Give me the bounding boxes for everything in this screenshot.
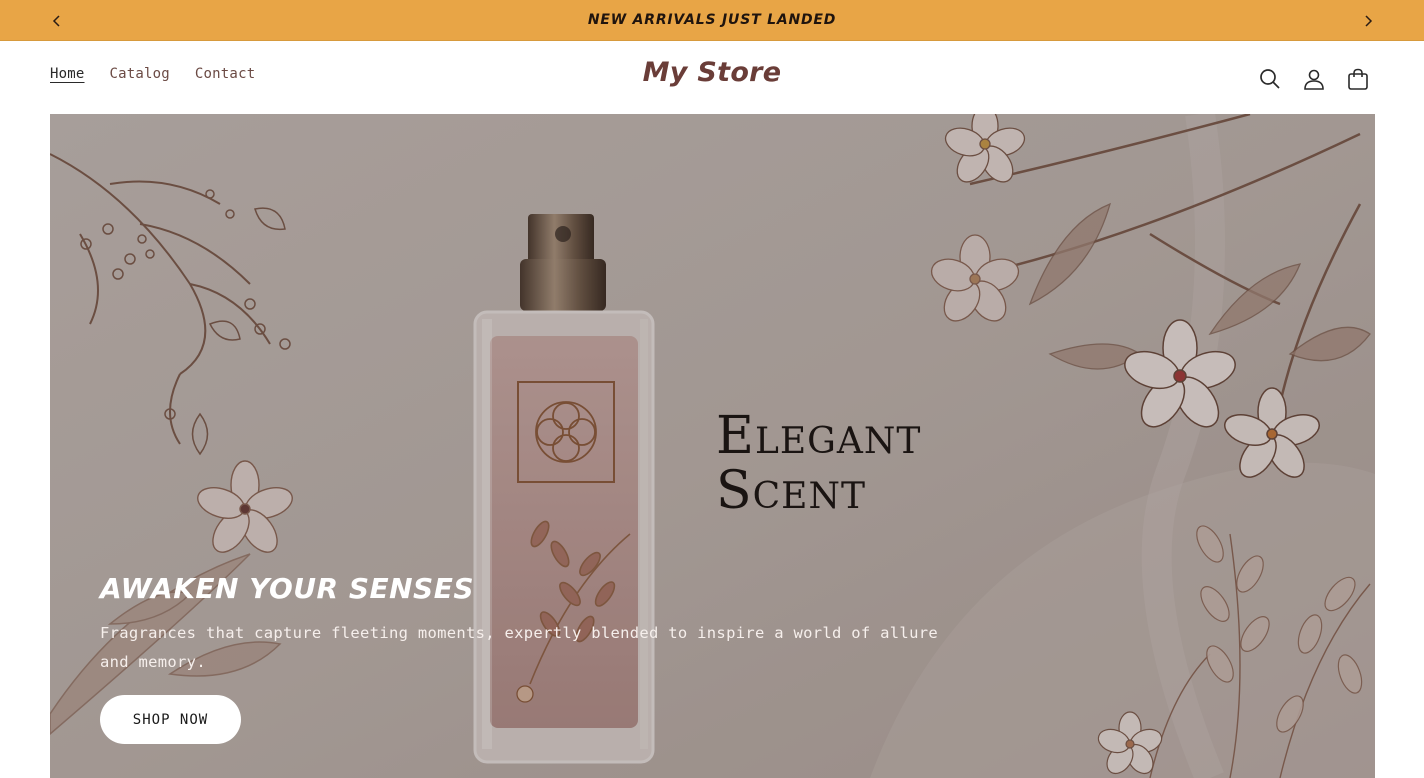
hero-image-brand-text: Elegant Scent <box>716 409 921 518</box>
account-button[interactable] <box>1298 63 1330 95</box>
cart-button[interactable] <box>1342 63 1374 95</box>
hero-image-text-line2: Scent <box>716 460 866 521</box>
search-button[interactable] <box>1254 63 1286 95</box>
shop-now-button[interactable]: SHOP NOW <box>100 695 241 744</box>
hero-overlay <box>50 114 1375 778</box>
account-icon <box>1304 69 1324 90</box>
store-logo[interactable]: My Store <box>0 57 1424 88</box>
header-icons <box>1254 63 1374 95</box>
search-icon <box>1260 69 1280 89</box>
hero-image-text-line1: Elegant <box>716 406 922 466</box>
announcement-text: NEW ARRIVALS JUST LANDED <box>587 12 837 28</box>
announcement-next-button[interactable] <box>1353 0 1383 41</box>
cart-icon <box>1348 68 1368 90</box>
announcement-bar: NEW ARRIVALS JUST LANDED <box>0 0 1424 41</box>
hero-banner: Elegant Scent AWAKEN YOUR SENSES Fragran… <box>50 114 1375 778</box>
hero-subtitle: Fragrances that capture fleeting moments… <box>100 624 938 671</box>
site-header: Home Catalog Contact My Store <box>0 41 1424 114</box>
chevron-right-icon <box>1365 14 1373 27</box>
hero-title: AWAKEN YOUR SENSES <box>100 572 475 605</box>
